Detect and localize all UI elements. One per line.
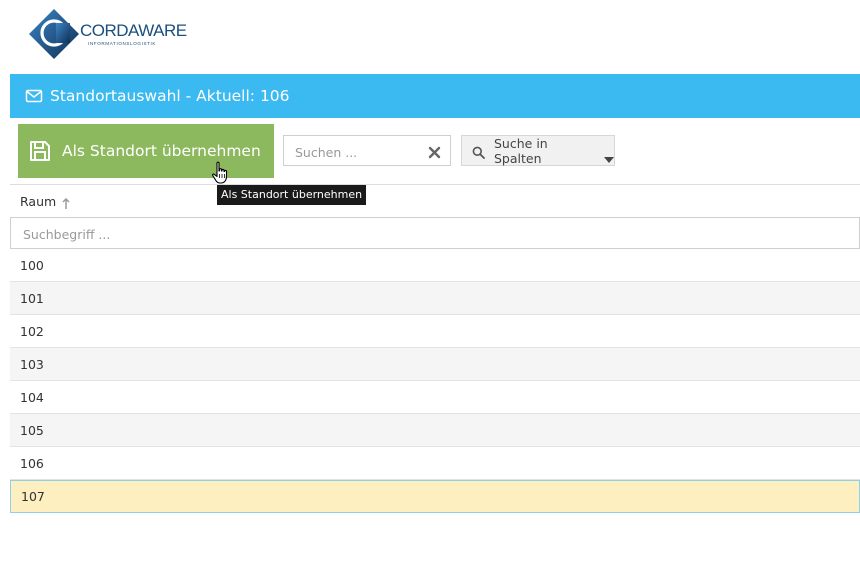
column-search-dropdown[interactable]: Suche in Spalten bbox=[461, 135, 615, 166]
raum-cell: 103 bbox=[20, 356, 44, 372]
column-search-label: Suche in Spalten bbox=[494, 135, 548, 166]
caret-down-icon bbox=[604, 148, 614, 163]
logo-mark bbox=[29, 9, 79, 59]
raum-cell: 105 bbox=[20, 422, 44, 438]
table-row[interactable]: 100 bbox=[10, 249, 860, 282]
save-icon bbox=[29, 140, 51, 162]
search-icon bbox=[472, 144, 485, 159]
set-location-button[interactable]: Als Standort übernehmen bbox=[18, 124, 274, 178]
logo-subtitle: INFORMATIONSLOGISTIK bbox=[88, 41, 157, 46]
search-input[interactable] bbox=[293, 141, 425, 163]
table-row[interactable]: 102 bbox=[10, 315, 860, 348]
page-header: Standortauswahl - Aktuell: 106 bbox=[10, 74, 860, 118]
column-header-raum[interactable]: Raum bbox=[20, 194, 56, 209]
raum-cell: 100 bbox=[20, 257, 44, 273]
raum-cell: 102 bbox=[20, 323, 44, 339]
cordaware-logo: CORDAWARE INFORMATIONSLOGISTIK bbox=[28, 8, 187, 60]
button-tooltip: Als Standort übernehmen bbox=[217, 185, 367, 205]
clear-icon[interactable] bbox=[428, 144, 441, 159]
column-filter-input[interactable] bbox=[21, 224, 845, 244]
raum-cell: 101 bbox=[20, 290, 44, 306]
search-box bbox=[283, 135, 451, 166]
table-row[interactable]: 104 bbox=[10, 381, 860, 414]
raum-cell: 104 bbox=[20, 389, 44, 405]
logo-wordmark: CORDAWARE bbox=[80, 21, 187, 40]
raum-cell: 107 bbox=[21, 489, 45, 504]
page-title: Standortauswahl - Aktuell: 106 bbox=[50, 87, 290, 105]
set-location-button-label: Als Standort übernehmen bbox=[62, 142, 261, 160]
grid-header: Raum bbox=[10, 184, 860, 217]
location-grid: Raum 100 101 102 103 104 105 106 107 bbox=[10, 184, 860, 513]
sort-ascending-icon[interactable] bbox=[62, 195, 70, 209]
table-row-selected[interactable]: 107 bbox=[10, 480, 860, 513]
raum-cell: 106 bbox=[20, 455, 44, 471]
table-row[interactable]: 106 bbox=[10, 447, 860, 480]
column-filter bbox=[10, 217, 860, 249]
hand-cursor-icon bbox=[211, 161, 229, 185]
table-row[interactable]: 103 bbox=[10, 348, 860, 381]
table-row[interactable]: 101 bbox=[10, 282, 860, 315]
envelope-icon bbox=[25, 87, 43, 105]
table-row[interactable]: 105 bbox=[10, 414, 860, 447]
